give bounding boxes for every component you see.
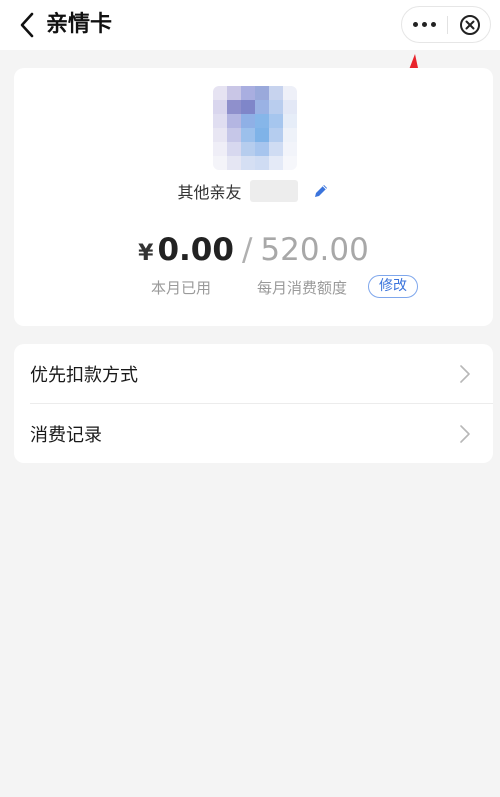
avatar-pixel [227,114,241,128]
avatar-pixel [241,100,255,114]
page-title: 亲情卡 [46,12,113,37]
avatar-pixel [213,128,227,142]
avatar-pixel [227,128,241,142]
avatar-pixel [241,128,255,142]
back-button[interactable] [14,10,40,40]
amount-captions: 本月已用 每月消费额度 修改 [14,274,493,300]
avatar-pixel [283,114,297,128]
avatar-pixel [255,114,269,128]
edit-limit-button[interactable]: 修改 [368,275,418,298]
nav-bar: 亲情卡 [0,0,500,50]
avatar-pixel [227,142,241,156]
avatar-pixel [283,142,297,156]
settings-list: 优先扣款方式 消费记录 [14,344,493,463]
used-amount: 0.00 [157,232,234,268]
avatar-pixel [269,100,283,114]
list-item-spending-records[interactable]: 消费记录 [14,404,493,463]
avatar [213,86,297,170]
pencil-icon [314,185,327,197]
avatar-pixel [241,86,255,100]
avatar-pixel [269,142,283,156]
avatar-pixel [227,100,241,114]
avatar-pixel [213,86,227,100]
member-label: 其他亲友 [177,183,242,202]
amount-separator: / [241,232,253,268]
more-horizontal-icon [413,22,418,27]
amount-display: ¥ 0.00 / 520.00 [14,232,493,276]
monthly-limit: 520.00 [260,232,369,268]
avatar-pixel [227,86,241,100]
chevron-right-icon [460,365,470,383]
avatar-pixel [213,100,227,114]
list-item-payment-method[interactable]: 优先扣款方式 [14,344,493,404]
avatar-pixel [255,142,269,156]
chevron-right-icon [460,425,470,443]
used-caption: 本月已用 [151,279,212,297]
currency-symbol: ¥ [138,241,154,266]
avatar-pixel [213,156,227,170]
member-name-blurred [249,180,298,202]
list-item-label: 优先扣款方式 [30,365,138,386]
mini-program-capsule [401,6,491,43]
edit-name-button[interactable] [312,182,330,200]
limit-caption: 每月消费额度 [257,279,348,297]
avatar-pixel [227,156,241,170]
avatar-pixel [213,142,227,156]
avatar-pixel [255,128,269,142]
avatar-pixel [255,156,269,170]
avatar-pixel [283,86,297,100]
avatar-pixel [269,114,283,128]
avatar-pixel [255,100,269,114]
avatar-pixel [241,156,255,170]
avatar-pixel [283,100,297,114]
avatar-pixel [269,128,283,142]
family-card-panel: 其他亲友 ¥ 0.00 / 520.00 本月已用 每月消费额度 修改 [14,68,493,326]
avatar-pixel [213,114,227,128]
avatar-pixel [255,86,269,100]
close-button[interactable] [448,7,492,42]
avatar-pixel [283,156,297,170]
avatar-pixel [283,128,297,142]
avatar-pixel [269,86,283,100]
member-name-row: 其他亲友 [14,178,493,204]
chevron-left-icon [20,12,34,38]
more-button[interactable] [402,7,447,42]
avatar-pixel [241,142,255,156]
avatar-pixel [269,156,283,170]
close-circle-icon [460,14,480,35]
avatar-pixel [241,114,255,128]
list-item-label: 消费记录 [30,425,102,446]
